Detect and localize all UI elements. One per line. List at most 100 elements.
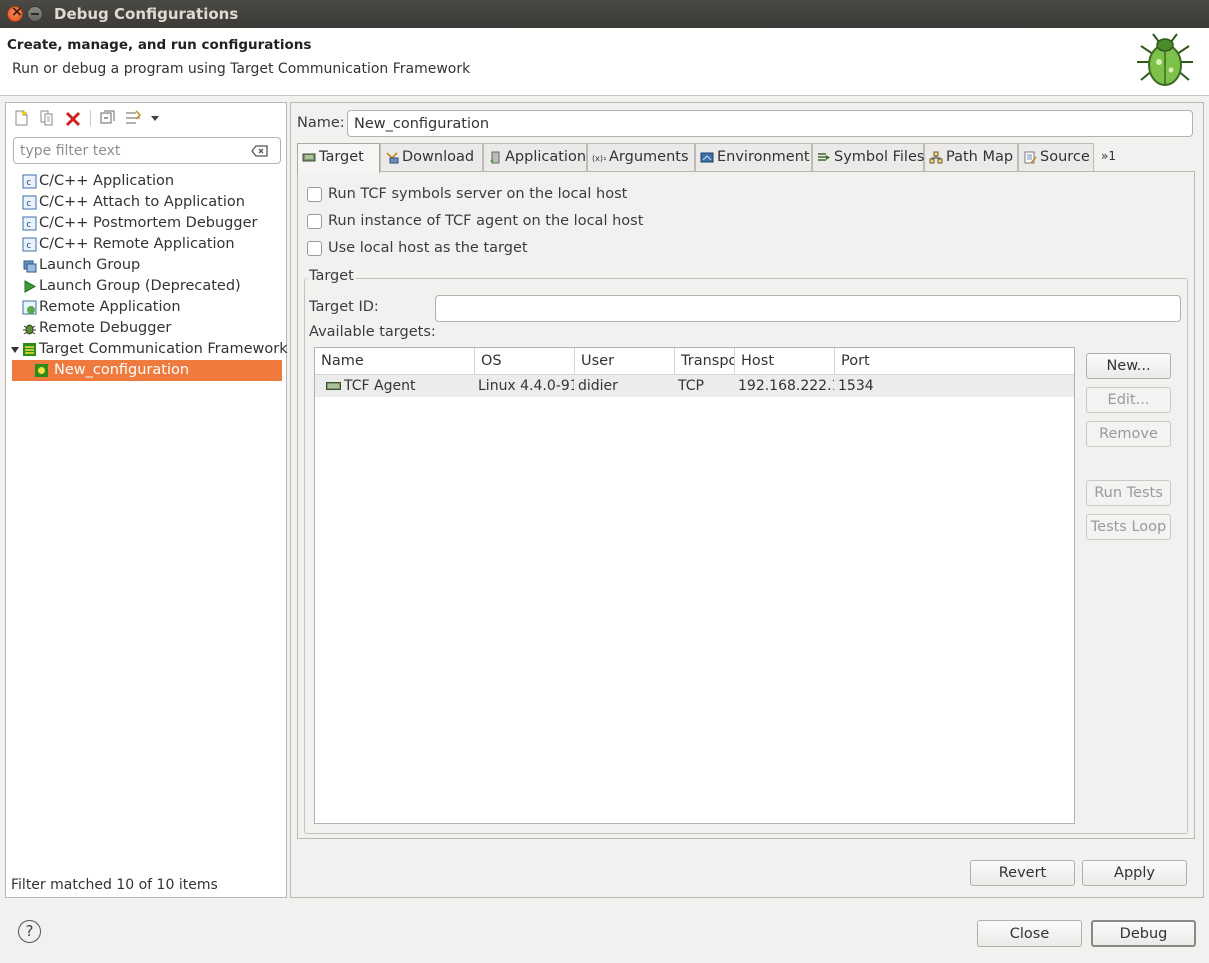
target-group-label: Target xyxy=(307,268,356,284)
cell-os: Linux 4.4.0-91- xyxy=(478,378,574,394)
svg-text:c: c xyxy=(26,199,31,209)
filter-input[interactable] xyxy=(13,137,281,164)
table-row[interactable]: TCF Agent Linux 4.4.0-91- didier TCP 192… xyxy=(315,375,1074,397)
cell-host: 192.168.222.10 xyxy=(738,378,834,394)
tab-environment[interactable]: Environment xyxy=(695,143,812,171)
tab-symbol-files[interactable]: Symbol Files xyxy=(812,143,924,171)
tree-item-c-attach[interactable]: c C/C++ Attach to Application xyxy=(22,192,282,213)
arguments-tab-icon: (x)= xyxy=(592,154,606,163)
checkbox-box[interactable] xyxy=(307,187,322,202)
window-close-button[interactable] xyxy=(7,4,23,22)
c-app-icon: c xyxy=(22,195,37,210)
svg-text:(x)=: (x)= xyxy=(592,154,606,163)
download-tab-icon xyxy=(386,152,399,164)
cell-port: 1534 xyxy=(838,378,874,394)
filter-status: Filter matched 10 of 10 items xyxy=(11,877,218,893)
expanded-arrow-icon[interactable] xyxy=(10,345,20,355)
targets-table[interactable]: Name OS User Transpo Host Port TCF Agent… xyxy=(314,347,1075,824)
column-header-transport[interactable]: Transpo xyxy=(675,348,735,375)
target-id-input[interactable] xyxy=(435,295,1181,322)
column-header-name[interactable]: Name xyxy=(315,348,475,375)
tab-bar: Target Download Application (x)= Argumen… xyxy=(297,143,1195,173)
configuration-tree-pane: c C/C++ Application c C/C++ Attach to Ap… xyxy=(5,102,288,898)
new-configuration-icon[interactable] xyxy=(12,108,30,128)
duplicate-icon[interactable] xyxy=(38,108,56,128)
environment-tab-icon xyxy=(700,152,714,163)
tree-item-launch-group[interactable]: Launch Group xyxy=(22,255,282,276)
path-map-tab-icon xyxy=(929,151,943,164)
tab-overflow-chevron[interactable]: »1 xyxy=(1094,143,1124,171)
remote-app-icon xyxy=(22,300,37,315)
svg-text:c: c xyxy=(26,178,31,188)
tree-item-c-postmortem[interactable]: c C/C++ Postmortem Debugger xyxy=(22,213,282,234)
tree-item-remote-application[interactable]: Remote Application xyxy=(22,297,282,318)
agent-icon xyxy=(326,382,341,390)
checkbox-run-tcf-agent[interactable]: Run instance of TCF agent on the local h… xyxy=(307,211,643,231)
svg-text:c: c xyxy=(26,220,31,230)
tab-download[interactable]: Download xyxy=(380,143,483,171)
checkbox-box[interactable] xyxy=(307,214,322,229)
tab-application[interactable]: Application xyxy=(483,143,587,171)
help-icon[interactable]: ? xyxy=(18,920,41,943)
configuration-editor-pane: Name: Target Download Application (x)= A… xyxy=(290,102,1204,898)
window-title: Debug Configurations xyxy=(54,5,239,23)
tree-item-launch-group-deprecated[interactable]: Launch Group (Deprecated) xyxy=(22,276,282,297)
tests-loop-button[interactable]: Tests Loop xyxy=(1086,514,1171,540)
target-tab-icon xyxy=(302,153,316,162)
cell-transport: TCP xyxy=(678,378,704,394)
clear-filter-icon[interactable] xyxy=(251,144,269,158)
collapse-all-icon[interactable] xyxy=(98,108,116,128)
checkbox-box[interactable] xyxy=(307,241,322,256)
cell-name: TCF Agent xyxy=(344,378,416,394)
delete-icon[interactable] xyxy=(64,108,82,128)
dialog-header: Create, manage, and run configurations R… xyxy=(0,28,1209,96)
name-label: Name: xyxy=(297,115,345,131)
window-minimize-button[interactable] xyxy=(27,6,43,22)
filter-icon[interactable] xyxy=(124,108,142,128)
svg-text:c: c xyxy=(26,241,31,251)
tcf-config-icon xyxy=(35,364,48,377)
symbol-files-tab-icon xyxy=(818,153,830,161)
tab-arguments[interactable]: (x)= Arguments xyxy=(587,143,695,171)
apply-button[interactable]: Apply xyxy=(1082,860,1187,886)
table-header: Name OS User Transpo Host Port xyxy=(315,348,1074,375)
new-target-button[interactable]: New... xyxy=(1086,353,1171,379)
revert-button[interactable]: Revert xyxy=(970,860,1075,886)
edit-target-button[interactable]: Edit... xyxy=(1086,387,1171,413)
checkbox-use-local-host[interactable]: Use local host as the target xyxy=(307,238,528,258)
target-tab-content: Run TCF symbols server on the local host… xyxy=(297,171,1195,839)
source-tab-icon xyxy=(1024,151,1037,164)
column-header-user[interactable]: User xyxy=(575,348,675,375)
tree-item-remote-debugger[interactable]: Remote Debugger xyxy=(22,318,282,339)
target-id-label: Target ID: xyxy=(309,299,379,315)
name-input[interactable] xyxy=(347,110,1193,137)
run-tests-button[interactable]: Run Tests xyxy=(1086,480,1171,506)
c-app-icon: c xyxy=(22,174,37,189)
tcf-icon xyxy=(23,343,36,356)
close-button[interactable]: Close xyxy=(977,920,1082,947)
checkbox-run-symbols-server[interactable]: Run TCF symbols server on the local host xyxy=(307,184,627,204)
remove-target-button[interactable]: Remove xyxy=(1086,421,1171,447)
bug-logo-icon xyxy=(1137,33,1193,86)
view-menu-chevron-down-icon[interactable] xyxy=(148,108,162,128)
tab-path-map[interactable]: Path Map xyxy=(924,143,1018,171)
tree-item-new-configuration[interactable]: New_configuration xyxy=(12,360,282,381)
tree-item-c-application[interactable]: c C/C++ Application xyxy=(22,171,282,192)
tree-item-c-remote[interactable]: c C/C++ Remote Application xyxy=(22,234,282,255)
column-header-host[interactable]: Host xyxy=(735,348,835,375)
bug-icon xyxy=(23,324,36,335)
c-app-icon: c xyxy=(22,237,37,252)
header-subtitle: Run or debug a program using Target Comm… xyxy=(12,61,471,77)
launch-group-icon xyxy=(23,260,37,273)
title-bar: Debug Configurations xyxy=(0,0,1209,28)
debug-button[interactable]: Debug xyxy=(1091,920,1196,947)
tree-item-tcf[interactable]: Target Communication Framework xyxy=(10,339,288,360)
tab-target[interactable]: Target xyxy=(297,143,380,173)
tab-source[interactable]: Source xyxy=(1018,143,1094,171)
column-header-os[interactable]: OS xyxy=(475,348,575,375)
play-icon xyxy=(24,280,37,293)
header-title: Create, manage, and run configurations xyxy=(7,37,312,53)
column-header-port[interactable]: Port xyxy=(835,348,1074,375)
application-tab-icon xyxy=(490,151,500,164)
cell-user: didier xyxy=(578,378,618,394)
